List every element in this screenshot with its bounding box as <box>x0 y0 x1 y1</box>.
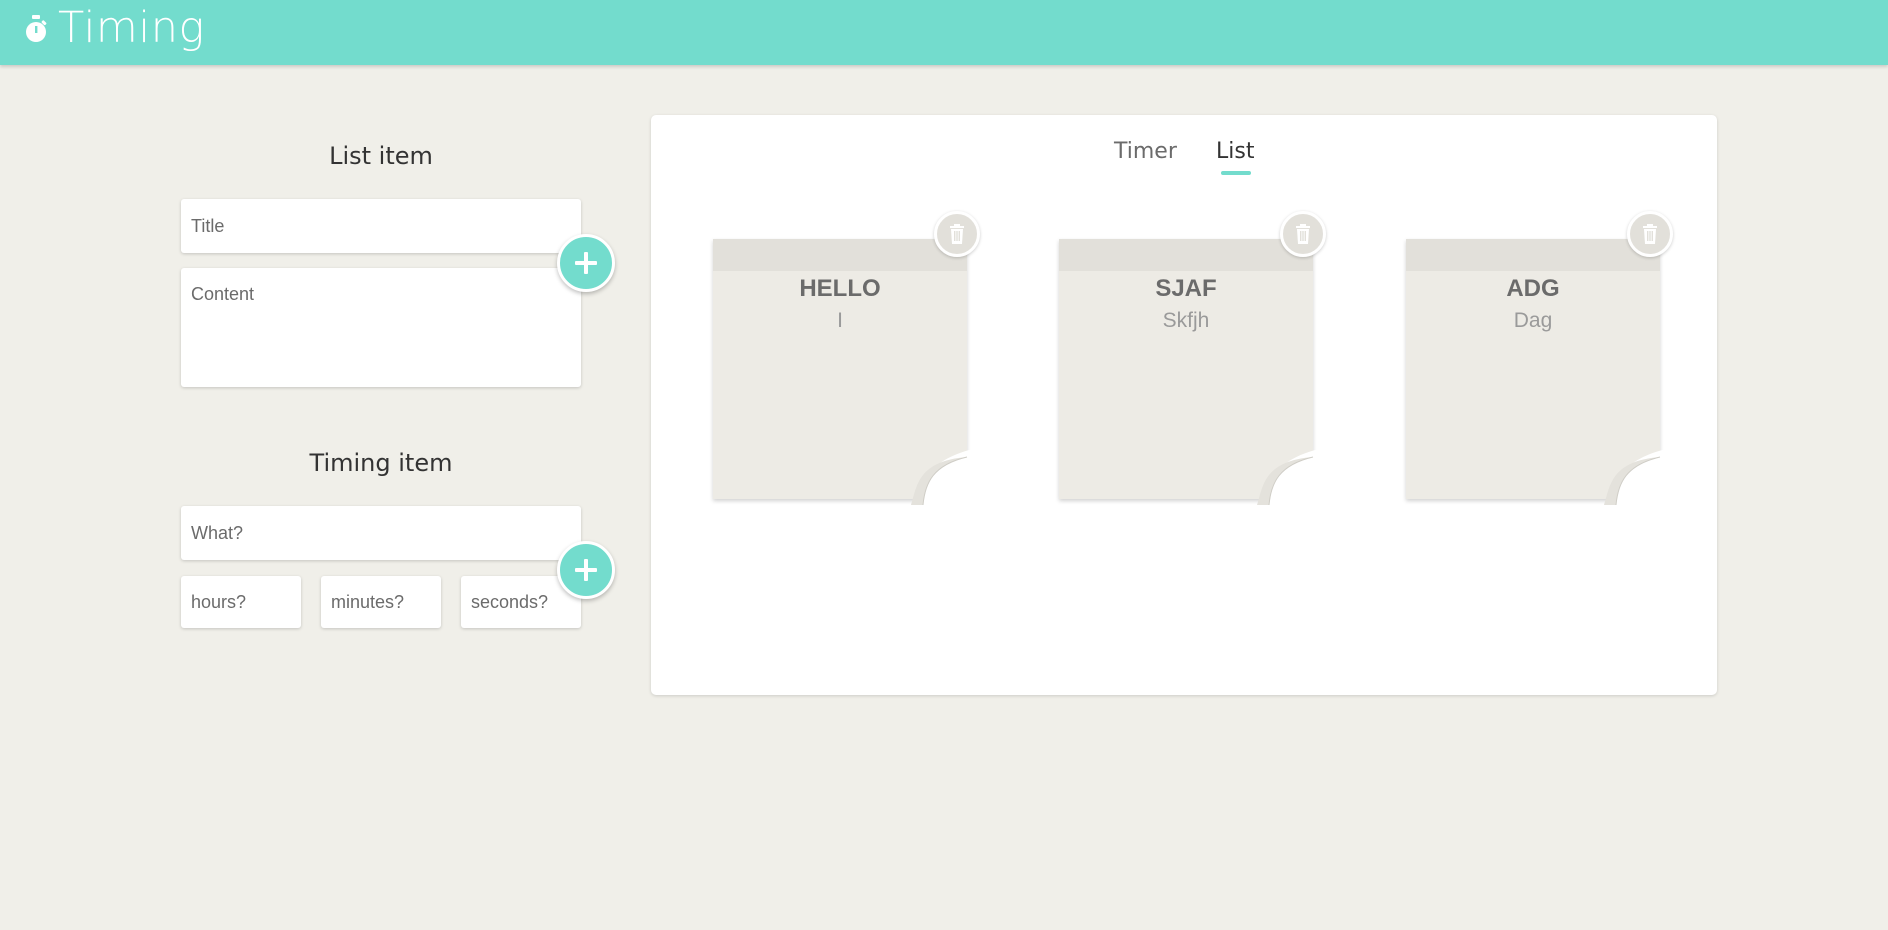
content-panel: Timer List HELLO I SJAF Skfjh ADG Dag <box>651 115 1717 695</box>
tab-bar: Timer List <box>651 139 1717 179</box>
delete-note-button[interactable] <box>934 211 980 257</box>
timing-what-input[interactable] <box>181 506 581 560</box>
top-bar: Timing <box>0 0 1888 65</box>
delete-note-button[interactable] <box>1280 211 1326 257</box>
hours-input[interactable] <box>181 576 301 628</box>
list-note: ADG Dag <box>1406 239 1666 505</box>
trash-icon <box>950 224 964 244</box>
list-item-heading: List item <box>329 142 433 170</box>
list-note: SJAF Skfjh <box>1059 239 1319 505</box>
page-curl-icon <box>1257 449 1319 505</box>
timing-item-heading: Timing item <box>309 449 453 477</box>
delete-note-button[interactable] <box>1627 211 1673 257</box>
note-content: Skfjh <box>1162 309 1210 332</box>
stopwatch-icon <box>26 15 47 42</box>
note-title: ADG <box>1506 275 1560 302</box>
page-curl-icon <box>911 449 973 505</box>
note-title: HELLO <box>799 275 881 302</box>
trash-icon <box>1296 224 1310 244</box>
active-tab-indicator <box>1221 171 1251 175</box>
note-header-strip <box>1059 239 1313 271</box>
add-timing-item-button[interactable] <box>557 541 615 599</box>
trash-icon <box>1643 224 1657 244</box>
note-header-strip <box>1406 239 1660 271</box>
page-curl-icon <box>1604 449 1666 505</box>
note-title: SJAF <box>1155 275 1217 302</box>
add-list-item-button[interactable] <box>557 234 615 292</box>
note-content: Dag <box>1513 309 1553 332</box>
note-header-strip <box>713 239 967 271</box>
note-content: I <box>837 309 843 332</box>
list-note: HELLO I <box>713 239 973 505</box>
app-title: Timing <box>58 3 205 53</box>
minutes-input[interactable] <box>321 576 441 628</box>
plus-icon <box>575 252 597 274</box>
plus-icon <box>575 559 597 581</box>
list-title-input[interactable] <box>181 199 581 253</box>
list-content-input[interactable] <box>181 268 581 387</box>
tab-timer[interactable]: Timer <box>1114 139 1177 164</box>
tab-list[interactable]: List <box>1216 139 1254 164</box>
